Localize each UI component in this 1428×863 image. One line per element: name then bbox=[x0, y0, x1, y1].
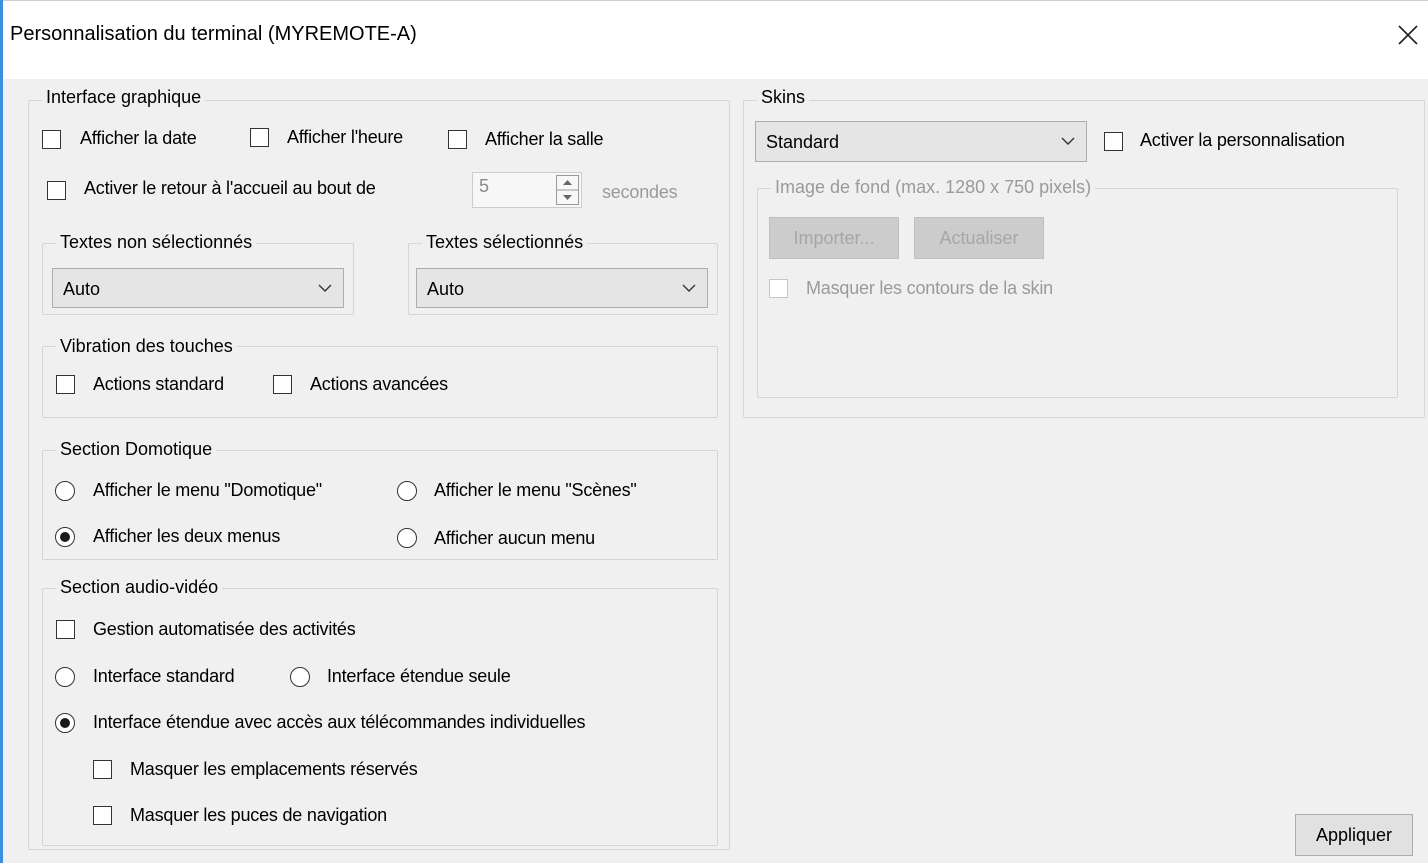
apply-button-label: Appliquer bbox=[1315, 825, 1393, 845]
vibration-advanced-checkbox[interactable] bbox=[273, 375, 292, 394]
selected-texts-select[interactable]: Auto bbox=[416, 268, 708, 308]
enable-custom-checkbox[interactable] bbox=[1104, 132, 1123, 151]
enable-custom-label: Activer la personnalisation bbox=[1140, 130, 1345, 150]
show-time-checkbox[interactable] bbox=[250, 128, 269, 147]
both-menus-label: Afficher les deux menus bbox=[93, 526, 281, 546]
close-icon[interactable] bbox=[1390, 17, 1428, 55]
hide-reserved-checkbox[interactable] bbox=[93, 760, 112, 779]
hide-nav-bullets-label: Masquer les puces de navigation bbox=[130, 805, 387, 825]
domotique-menu-radio[interactable] bbox=[55, 481, 75, 501]
spin-arrows-icon[interactable] bbox=[556, 175, 579, 205]
extended-remotes-radio[interactable] bbox=[55, 713, 75, 733]
extended-only-radio[interactable] bbox=[290, 667, 310, 687]
refresh-button[interactable]: Actualiser bbox=[914, 217, 1044, 259]
both-menus-radio[interactable] bbox=[55, 527, 75, 547]
hide-outline-checkbox[interactable] bbox=[769, 279, 788, 298]
hide-outline-label: Masquer les contours de la skin bbox=[806, 278, 1053, 298]
extended-only-label: Interface étendue seule bbox=[327, 666, 511, 686]
show-date-checkbox[interactable] bbox=[42, 130, 61, 149]
vibration-standard-checkbox[interactable] bbox=[56, 375, 75, 394]
return-delay-stepper[interactable]: 5 bbox=[472, 172, 582, 208]
chevron-down-icon bbox=[681, 277, 697, 303]
unselected-texts-select[interactable]: Auto bbox=[52, 268, 344, 308]
vibration-legend: Vibration des touches bbox=[56, 336, 237, 357]
audio-video-legend: Section audio-vidéo bbox=[56, 577, 223, 598]
return-delay-unit: secondes bbox=[602, 182, 678, 202]
hide-reserved-label: Masquer les emplacements réservés bbox=[130, 759, 418, 779]
return-delay-value: 5 bbox=[479, 176, 490, 196]
refresh-button-label: Actualiser bbox=[939, 228, 1019, 248]
chevron-down-icon bbox=[1060, 130, 1076, 156]
show-date-label: Afficher la date bbox=[80, 128, 197, 148]
scenes-menu-radio[interactable] bbox=[397, 481, 417, 501]
window-accent-border bbox=[0, 0, 3, 863]
scenes-menu-label: Afficher le menu "Scènes" bbox=[434, 480, 637, 500]
import-button-label: Importer... bbox=[793, 228, 875, 248]
hide-nav-bullets-checkbox[interactable] bbox=[93, 806, 112, 825]
unselected-texts-legend: Textes non sélectionnés bbox=[56, 232, 257, 253]
interface-graphique-legend: Interface graphique bbox=[42, 87, 206, 108]
standard-interface-label: Interface standard bbox=[93, 666, 235, 686]
background-image-legend: Image de fond (max. 1280 x 750 pixels) bbox=[771, 177, 1096, 198]
domotique-menu-label: Afficher le menu "Domotique" bbox=[93, 480, 322, 500]
standard-interface-radio[interactable] bbox=[55, 667, 75, 687]
unselected-texts-value: Auto bbox=[63, 279, 101, 299]
extended-remotes-label: Interface étendue avec accès aux télécom… bbox=[93, 712, 586, 732]
title-bar: Personnalisation du terminal (MYREMOTE-A… bbox=[0, 0, 1428, 79]
no-menu-radio[interactable] bbox=[397, 528, 417, 548]
show-time-label: Afficher l'heure bbox=[287, 127, 403, 147]
no-menu-label: Afficher aucun menu bbox=[434, 528, 595, 548]
window-title: Personnalisation du terminal (MYREMOTE-A… bbox=[10, 23, 417, 45]
selected-texts-value: Auto bbox=[427, 279, 465, 299]
vibration-standard-label: Actions standard bbox=[93, 374, 224, 394]
auto-activities-checkbox[interactable] bbox=[56, 620, 75, 639]
return-home-label: Activer le retour à l'accueil au bout de bbox=[84, 178, 376, 198]
vibration-advanced-label: Actions avancées bbox=[310, 374, 448, 394]
return-home-checkbox[interactable] bbox=[47, 181, 66, 200]
auto-activities-label: Gestion automatisée des activités bbox=[93, 619, 356, 639]
show-room-label: Afficher la salle bbox=[485, 129, 604, 149]
apply-button[interactable]: Appliquer bbox=[1295, 814, 1413, 856]
import-button[interactable]: Importer... bbox=[769, 217, 899, 259]
show-room-checkbox[interactable] bbox=[448, 130, 467, 149]
domotique-legend: Section Domotique bbox=[56, 439, 217, 460]
skin-value: Standard bbox=[766, 132, 840, 152]
selected-texts-legend: Textes sélectionnés bbox=[422, 232, 588, 253]
chevron-down-icon bbox=[317, 277, 333, 303]
skins-legend: Skins bbox=[757, 87, 810, 108]
skin-select[interactable]: Standard bbox=[755, 121, 1087, 162]
